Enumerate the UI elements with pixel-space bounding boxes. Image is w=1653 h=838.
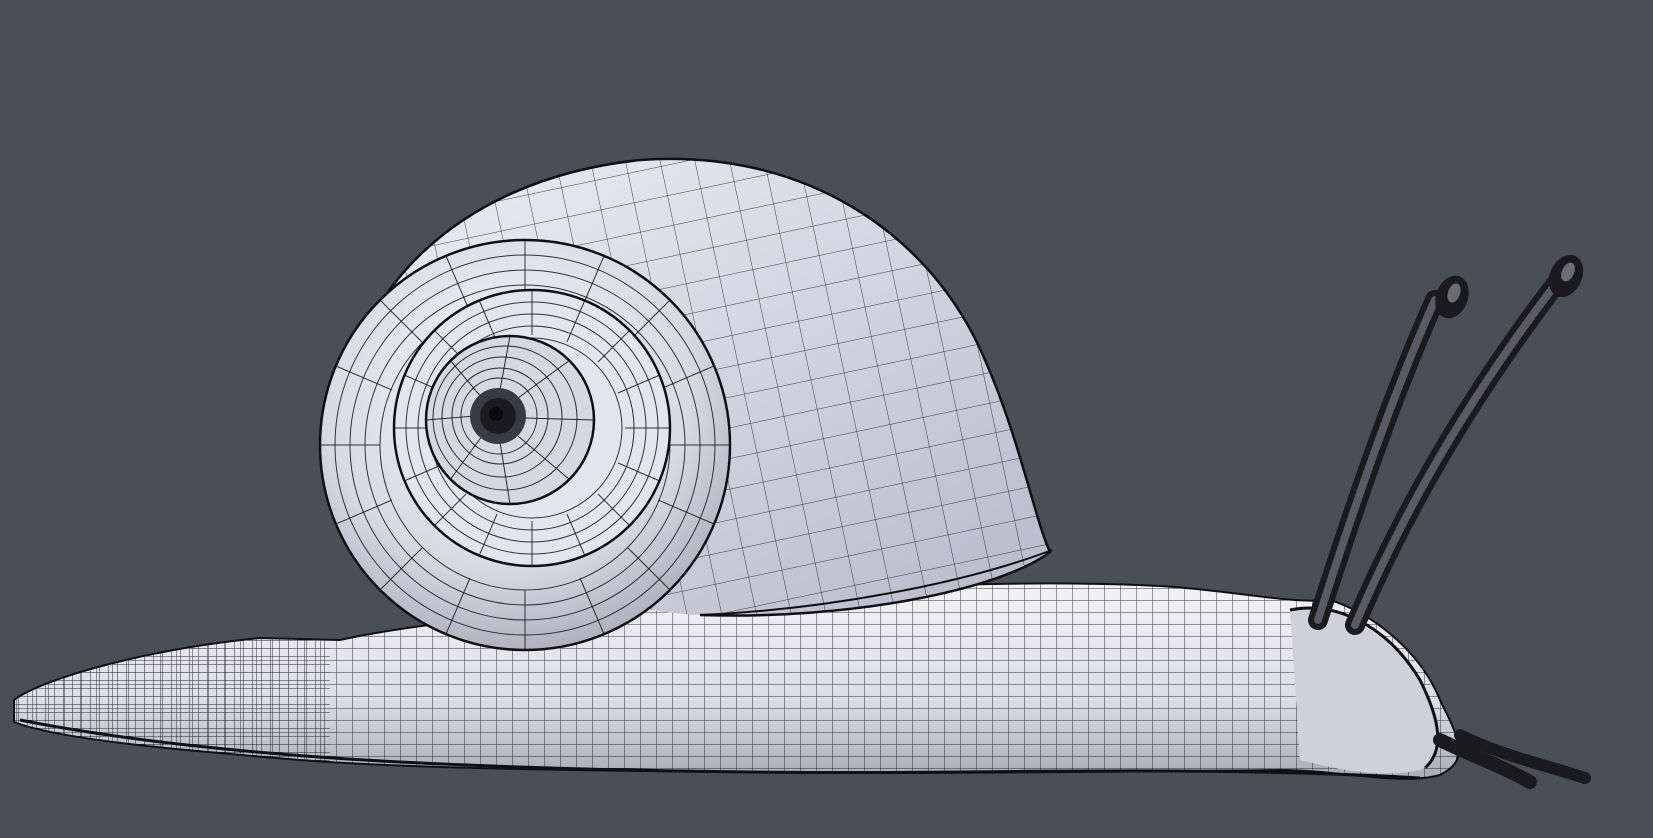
snail-head xyxy=(1289,606,1440,774)
3d-viewport[interactable] xyxy=(0,0,1653,838)
shell-spiral xyxy=(318,238,732,652)
snail-mesh-render xyxy=(13,157,1591,789)
lower-tentacles xyxy=(1433,729,1591,789)
